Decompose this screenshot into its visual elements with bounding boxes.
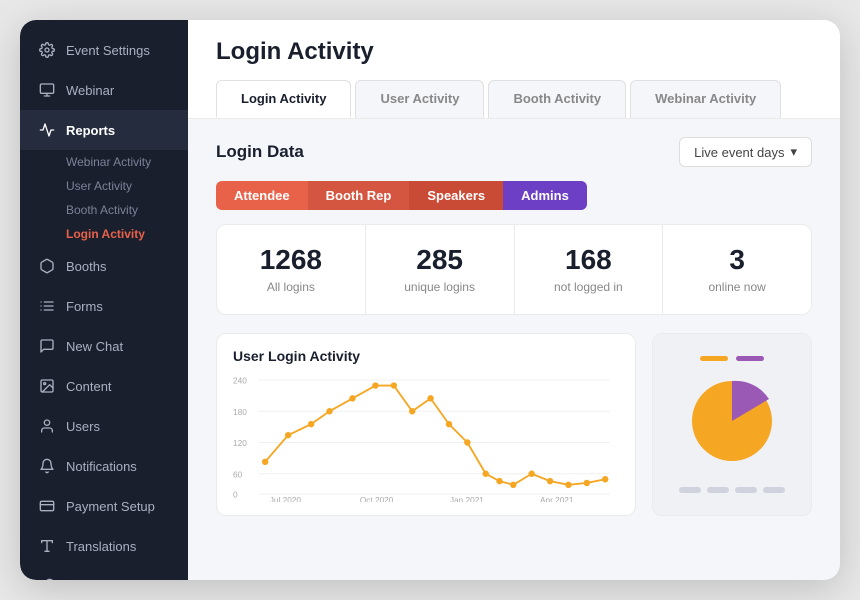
- sidebar-item-translations[interactable]: Translations: [20, 526, 188, 566]
- sidebar-item-reports[interactable]: Reports: [20, 110, 188, 150]
- page-title: Login Activity: [216, 38, 812, 66]
- svg-text:Apr 2021: Apr 2021: [540, 496, 574, 502]
- sidebar-item-label: Users: [66, 419, 100, 434]
- sidebar-item-label: Event Settings: [66, 43, 150, 58]
- stat-label-unique-logins: unique logins: [382, 280, 498, 294]
- sidebar-item-label: New Chat: [66, 339, 123, 354]
- stat-card-online-now: 3 online now: [663, 225, 811, 314]
- sidebar-item-payment-setup[interactable]: Payment Setup: [20, 486, 188, 526]
- pie-legend: [700, 356, 764, 361]
- sidebar-sub-item-user-activity[interactable]: User Activity: [66, 174, 188, 198]
- line-chart: User Login Activity 240 180 120 60 0: [216, 333, 636, 516]
- sidebar-item-forms[interactable]: Forms: [20, 286, 188, 326]
- tab-booth-activity[interactable]: Booth Activity: [488, 80, 626, 118]
- monitor-icon: [38, 81, 56, 99]
- stat-label-all-logins: All logins: [233, 280, 349, 294]
- sidebar-item-booths[interactable]: Booths: [20, 246, 188, 286]
- legend-dot-yellow: [700, 356, 728, 361]
- stat-card-all-logins: 1268 All logins: [217, 225, 366, 314]
- pie-dot-3: [735, 487, 757, 493]
- pie-container: [682, 371, 782, 471]
- sidebar-item-label: Notifications: [66, 459, 137, 474]
- filter-tabs: Attendee Booth Rep Speakers Admins: [216, 181, 812, 210]
- chat-icon: [38, 337, 56, 355]
- svg-text:Jul 2020: Jul 2020: [270, 496, 302, 502]
- legend-dot-purple: [736, 356, 764, 361]
- stat-number-online-now: 3: [679, 245, 795, 276]
- stat-label-online-now: online now: [679, 280, 795, 294]
- sidebar-item-content[interactable]: Content: [20, 366, 188, 406]
- live-event-days-dropdown[interactable]: Live event days ▾: [679, 137, 812, 167]
- svg-text:Oct 2020: Oct 2020: [360, 496, 394, 502]
- sidebar-item-label: Translations: [66, 539, 136, 554]
- stats-row: 1268 All logins 285 unique logins 168 no…: [216, 224, 812, 315]
- stat-label-not-logged-in: not logged in: [531, 280, 647, 294]
- sidebar-item-users[interactable]: Users: [20, 406, 188, 446]
- pie-dot-1: [679, 487, 701, 493]
- section-title: Login Data: [216, 142, 304, 162]
- pie-bottom-dots: [679, 487, 785, 493]
- svg-text:240: 240: [233, 376, 247, 385]
- user-icon: [38, 417, 56, 435]
- stat-card-not-logged-in: 168 not logged in: [515, 225, 664, 314]
- sidebar-item-notifications[interactable]: Notifications: [20, 446, 188, 486]
- gear-icon: [38, 41, 56, 59]
- stat-card-unique-logins: 285 unique logins: [366, 225, 515, 314]
- cube-icon: [38, 257, 56, 275]
- pie-dot-2: [707, 487, 729, 493]
- sidebar-item-new-chat[interactable]: New Chat: [20, 326, 188, 366]
- sidebar-sub-item-login-activity[interactable]: Login Activity: [66, 222, 188, 246]
- tab-bar: Login Activity User Activity Booth Activ…: [216, 80, 812, 118]
- filter-tab-booth-rep[interactable]: Booth Rep: [308, 181, 410, 210]
- sidebar-item-label: Content: [66, 379, 112, 394]
- puzzle-icon: [38, 577, 56, 580]
- sidebar-sub-item-webinar-activity[interactable]: Webinar Activity: [66, 150, 188, 174]
- tab-user-activity[interactable]: User Activity: [355, 80, 484, 118]
- chart-icon: [38, 121, 56, 139]
- sidebar-item-label: Reports: [66, 123, 115, 138]
- sidebar-item-event-settings[interactable]: Event Settings: [20, 30, 188, 70]
- dollar-icon: [38, 497, 56, 515]
- list-icon: [38, 297, 56, 315]
- svg-text:60: 60: [233, 470, 243, 479]
- content-area: Login Data Live event days ▾ Attendee Bo…: [188, 119, 840, 580]
- sidebar-sub-reports: Webinar Activity User Activity Booth Act…: [20, 150, 188, 246]
- filter-tab-speakers[interactable]: Speakers: [409, 181, 503, 210]
- tab-webinar-activity[interactable]: Webinar Activity: [630, 80, 781, 118]
- sidebar: Event Settings Webinar Reports Webinar A…: [20, 20, 188, 580]
- svg-text:180: 180: [233, 408, 247, 417]
- login-data-header: Login Data Live event days ▾: [216, 137, 812, 167]
- pie-chart: [652, 333, 812, 516]
- main-content: Login Activity Login Activity User Activ…: [188, 20, 840, 580]
- sidebar-item-integrations[interactable]: Integrations: [20, 566, 188, 580]
- dropdown-label: Live event days: [694, 145, 784, 160]
- sidebar-item-label: Integrations: [66, 579, 134, 581]
- pie-svg: [682, 371, 782, 471]
- svg-text:Jan 2021: Jan 2021: [450, 496, 484, 502]
- svg-text:0: 0: [233, 490, 238, 499]
- sidebar-sub-item-booth-activity[interactable]: Booth Activity: [66, 198, 188, 222]
- chart-title: User Login Activity: [233, 348, 619, 364]
- sidebar-item-label: Webinar: [66, 83, 114, 98]
- sidebar-item-webinar[interactable]: Webinar: [20, 70, 188, 110]
- svg-text:120: 120: [233, 439, 247, 448]
- chevron-down-icon: ▾: [790, 144, 797, 160]
- stat-number-all-logins: 1268: [233, 245, 349, 276]
- main-header: Login Activity Login Activity User Activ…: [188, 20, 840, 119]
- filter-tab-admins[interactable]: Admins: [503, 181, 587, 210]
- filter-tab-attendee[interactable]: Attendee: [216, 181, 308, 210]
- text-icon: [38, 537, 56, 555]
- stat-number-unique-logins: 285: [382, 245, 498, 276]
- bell-icon: [38, 457, 56, 475]
- chart-section: User Login Activity 240 180 120 60 0: [216, 333, 812, 516]
- sidebar-item-label: Forms: [66, 299, 103, 314]
- tab-login-activity[interactable]: Login Activity: [216, 80, 351, 118]
- sidebar-item-label: Payment Setup: [66, 499, 155, 514]
- line-chart-svg: 240 180 120 60 0 Jul 2020 Oct 2020: [233, 372, 619, 502]
- pie-dot-4: [763, 487, 785, 493]
- stat-number-not-logged-in: 168: [531, 245, 647, 276]
- image-icon: [38, 377, 56, 395]
- sidebar-item-label: Booths: [66, 259, 106, 274]
